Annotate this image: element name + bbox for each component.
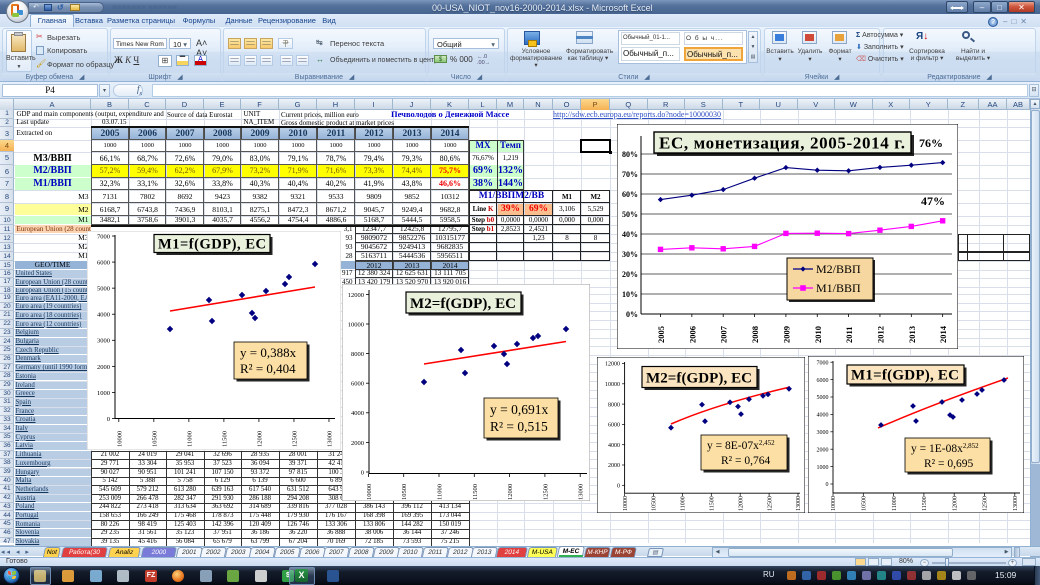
svg-text:10500: 10500: [862, 496, 868, 511]
svg-text:7000: 7000: [817, 360, 829, 366]
svg-text:6000: 6000: [97, 259, 110, 266]
svg-text:47%: 47%: [921, 194, 945, 208]
svg-text:80%: 80%: [622, 150, 638, 159]
svg-text:13000: 13000: [796, 496, 802, 511]
svg-text:М1/ВВП: М1/ВВП: [816, 281, 861, 295]
svg-text:0: 0: [617, 484, 620, 490]
svg-text:1000: 1000: [817, 465, 829, 471]
svg-text:3000: 3000: [97, 338, 110, 345]
svg-text:12000: 12000: [256, 431, 263, 447]
svg-text:2006: 2006: [687, 326, 697, 343]
svg-text:0: 0: [826, 482, 829, 488]
svg-text:2005: 2005: [656, 326, 666, 343]
svg-text:y = 0,388x: y = 0,388x: [240, 345, 297, 360]
svg-text:4000: 4000: [608, 443, 620, 449]
svg-text:10000: 10000: [348, 321, 364, 328]
svg-text:50%: 50%: [622, 210, 638, 219]
svg-text:6000: 6000: [817, 378, 829, 384]
svg-text:ЕС, монетизация, 2005-2014 г.: ЕС, монетизация, 2005-2014 г.: [659, 134, 905, 153]
svg-text:M1=f(GDP), ЕС: M1=f(GDP), ЕС: [851, 368, 959, 384]
svg-text:76%: 76%: [919, 136, 943, 150]
svg-text:10000: 10000: [623, 496, 629, 511]
svg-text:40%: 40%: [622, 230, 638, 239]
svg-text:11500: 11500: [221, 431, 228, 447]
svg-text:4000: 4000: [817, 413, 829, 419]
svg-text:2000: 2000: [351, 440, 364, 447]
svg-text:12000: 12000: [507, 484, 514, 500]
svg-text:6000: 6000: [351, 381, 364, 388]
svg-text:2000: 2000: [97, 364, 110, 371]
svg-text:М2/ВВП: М2/ВВП: [816, 262, 861, 276]
svg-text:2000: 2000: [608, 463, 620, 469]
svg-text:10000: 10000: [605, 382, 620, 388]
svg-text:13000: 13000: [1013, 496, 1019, 511]
svg-text:2011: 2011: [844, 326, 854, 343]
svg-text:R² = 0,404: R² = 0,404: [240, 361, 296, 376]
svg-text:12500: 12500: [767, 496, 773, 511]
svg-text:13000: 13000: [326, 431, 333, 447]
svg-text:4000: 4000: [97, 312, 110, 319]
svg-text:R² = 0,515: R² = 0,515: [490, 419, 548, 434]
svg-text:2014: 2014: [938, 325, 948, 343]
svg-text:R² = 0,695: R² = 0,695: [924, 458, 973, 470]
svg-text:12500: 12500: [291, 431, 298, 447]
svg-text:8000: 8000: [351, 351, 364, 358]
svg-text:11000: 11000: [681, 496, 687, 511]
svg-text:2009: 2009: [781, 326, 791, 343]
svg-text:10500: 10500: [401, 484, 408, 500]
svg-text:M1=f(GDP), ЕС: M1=f(GDP), ЕС: [158, 237, 266, 253]
svg-text:12000: 12000: [738, 496, 744, 511]
svg-text:2007: 2007: [719, 325, 729, 343]
svg-text:30%: 30%: [622, 250, 638, 259]
svg-text:11500: 11500: [710, 496, 716, 511]
svg-text:12000: 12000: [605, 362, 620, 368]
svg-text:11000: 11000: [186, 431, 193, 447]
svg-text:10500: 10500: [151, 431, 158, 447]
svg-text:8000: 8000: [608, 402, 620, 408]
svg-text:12500: 12500: [983, 496, 989, 511]
svg-text:10000: 10000: [116, 431, 123, 447]
svg-text:60%: 60%: [622, 190, 638, 199]
svg-text:10500: 10500: [652, 496, 658, 511]
svg-text:2013: 2013: [907, 326, 917, 343]
svg-text:7000: 7000: [97, 233, 110, 240]
svg-text:0%: 0%: [626, 310, 638, 319]
svg-text:2008: 2008: [750, 326, 760, 343]
svg-text:20%: 20%: [622, 270, 638, 279]
svg-text:12000: 12000: [348, 292, 364, 299]
svg-text:12000: 12000: [952, 496, 958, 511]
svg-text:10000: 10000: [366, 484, 373, 500]
svg-text:11500: 11500: [472, 484, 479, 500]
svg-text:M2=f(GDP), ЕС: M2=f(GDP), ЕС: [646, 371, 752, 387]
svg-text:2000: 2000: [817, 447, 829, 453]
svg-text:2012: 2012: [875, 326, 885, 343]
svg-text:6000: 6000: [608, 423, 620, 429]
svg-text:2010: 2010: [813, 326, 823, 343]
svg-text:12500: 12500: [542, 484, 549, 500]
svg-text:5000: 5000: [817, 395, 829, 401]
svg-text:11500: 11500: [922, 496, 928, 511]
svg-text:0: 0: [107, 416, 110, 423]
svg-text:R² = 0,764: R² = 0,764: [721, 455, 770, 467]
svg-text:70%: 70%: [622, 170, 638, 179]
svg-text:13000: 13000: [578, 484, 585, 500]
svg-text:0: 0: [361, 469, 364, 476]
svg-text:10000: 10000: [831, 496, 837, 511]
svg-text:4000: 4000: [351, 410, 364, 417]
svg-text:3000: 3000: [817, 430, 829, 436]
svg-text:y = 0,691x: y = 0,691x: [490, 402, 548, 417]
svg-text:5000: 5000: [97, 286, 110, 293]
svg-text:10%: 10%: [622, 290, 638, 299]
svg-text:M2=f(GDP), ЕС: M2=f(GDP), ЕС: [410, 296, 516, 312]
svg-text:1000: 1000: [97, 390, 110, 397]
svg-text:11000: 11000: [437, 484, 444, 500]
svg-text:11000: 11000: [892, 496, 898, 511]
